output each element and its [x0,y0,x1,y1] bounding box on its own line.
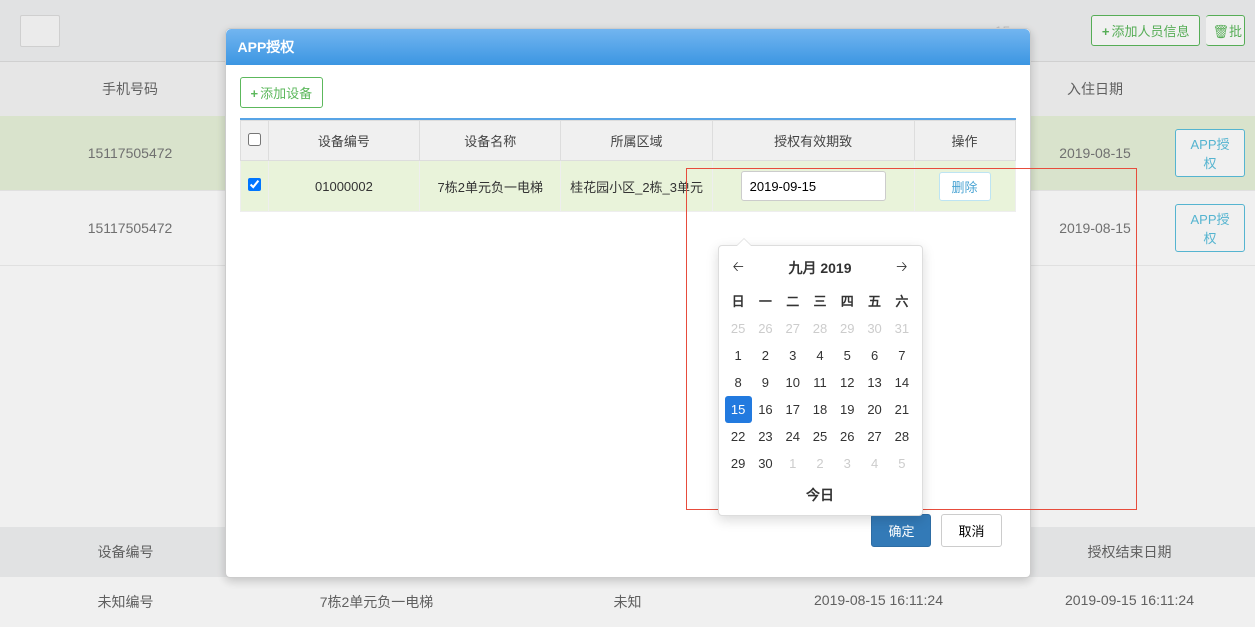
dp-day-cell[interactable]: 26 [834,423,861,450]
dp-day-cell[interactable]: 30 [861,315,888,342]
delete-button[interactable]: 删除 [939,172,991,201]
dp-day-cell[interactable]: 3 [834,450,861,477]
dp-day-cell[interactable]: 24 [779,423,806,450]
dp-day-cell[interactable]: 2 [752,342,779,369]
select-all-checkbox[interactable] [248,133,261,146]
dp-day-cell[interactable]: 31 [888,315,915,342]
today-button[interactable]: 今日 [725,477,916,505]
dp-day-cell[interactable]: 22 [725,423,752,450]
dp-day-cell[interactable]: 25 [725,315,752,342]
dp-dow: 五 [861,286,888,315]
add-device-label: 添加设备 [260,86,312,101]
dp-dow: 六 [888,286,915,315]
dp-day-cell[interactable]: 25 [806,423,833,450]
dp-day-cell[interactable]: 2 [806,450,833,477]
dp-month-title[interactable]: 九月 2019 [788,258,851,278]
dp-day-cell[interactable]: 6 [861,342,888,369]
modal-title: APP授权 [226,29,1030,65]
dp-day-cell[interactable]: 28 [806,315,833,342]
dp-day-cell[interactable]: 26 [752,315,779,342]
dp-day-cell[interactable]: 13 [861,369,888,396]
dp-day-cell[interactable]: 30 [752,450,779,477]
dp-dow: 日 [725,286,752,315]
dcol-expire: 授权有效期致 [712,121,914,161]
dp-day-cell[interactable]: 20 [861,396,888,423]
dp-dow: 三 [806,286,833,315]
date-picker: 🡠 九月 2019 🡢 日一二三四五六 25262728293031123456… [718,245,923,516]
dcol-area: 所属区域 [561,121,712,161]
dp-day-cell[interactable]: 4 [806,342,833,369]
add-device-button[interactable]: +添加设备 [240,77,324,108]
dcol-op: 操作 [914,121,1015,161]
cell-area: 桂花园小区_2栋_3单元 [561,161,712,212]
dp-day-cell[interactable]: 7 [888,342,915,369]
dp-day-cell[interactable]: 5 [888,450,915,477]
modal-mask: APP授权 +添加设备 设备编号 设备名称 所属区域 授权有效期致 操作 [0,0,1255,627]
dp-day-cell[interactable]: 4 [861,450,888,477]
dp-day-cell[interactable]: 12 [834,369,861,396]
expire-date-input[interactable] [741,171,886,201]
next-month-button[interactable]: 🡢 [896,256,907,280]
dcol-devname: 设备名称 [420,121,561,161]
device-table: 设备编号 设备名称 所属区域 授权有效期致 操作 01000002 7栋2单元负… [240,120,1016,212]
dp-day-cell[interactable]: 14 [888,369,915,396]
dp-day-cell[interactable]: 11 [806,369,833,396]
dp-day-cell[interactable]: 29 [834,315,861,342]
app-auth-modal: APP授权 +添加设备 设备编号 设备名称 所属区域 授权有效期致 操作 [225,28,1031,578]
dp-day-cell[interactable]: 5 [834,342,861,369]
dp-day-cell[interactable]: 23 [752,423,779,450]
dp-day-cell[interactable]: 17 [779,396,806,423]
dp-day-cell[interactable]: 21 [888,396,915,423]
dp-day-cell[interactable]: 29 [725,450,752,477]
dp-day-cell[interactable]: 3 [779,342,806,369]
device-row: 01000002 7栋2单元负一电梯 桂花园小区_2栋_3单元 删除 [240,161,1015,212]
dp-day-cell[interactable]: 8 [725,369,752,396]
dp-day-cell[interactable]: 28 [888,423,915,450]
dp-day-cell[interactable]: 16 [752,396,779,423]
plus-icon: + [251,86,259,101]
dp-day-cell[interactable]: 27 [861,423,888,450]
dp-day-cell[interactable]: 1 [779,450,806,477]
dp-dow: 四 [834,286,861,315]
dp-dow: 二 [779,286,806,315]
dp-day-cell[interactable]: 18 [806,396,833,423]
dp-day-cell[interactable]: 9 [752,369,779,396]
dp-arrow [737,239,751,246]
cancel-button[interactable]: 取消 [941,514,1001,547]
dp-day-cell[interactable]: 15 [725,396,752,423]
confirm-button[interactable]: 确定 [871,514,931,547]
cell-devno: 01000002 [268,161,419,212]
dp-day-cell[interactable]: 27 [779,315,806,342]
dp-day-cell[interactable]: 19 [834,396,861,423]
prev-month-button[interactable]: 🡠 [733,256,744,280]
dp-day-cell[interactable]: 10 [779,369,806,396]
dcol-devno: 设备编号 [268,121,419,161]
row-checkbox[interactable] [248,178,261,191]
dp-day-cell[interactable]: 1 [725,342,752,369]
cell-devname: 7栋2单元负一电梯 [420,161,561,212]
dp-dow: 一 [752,286,779,315]
